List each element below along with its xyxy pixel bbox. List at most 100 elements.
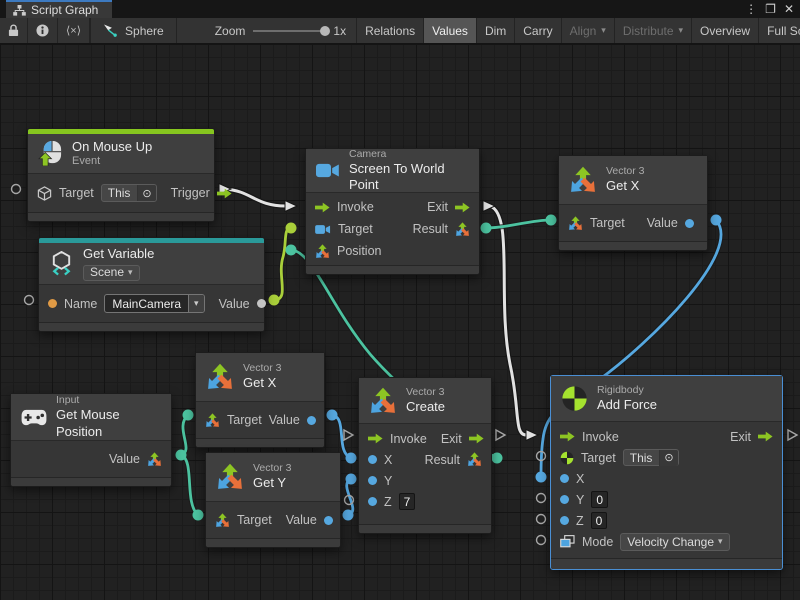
variable-scope-dropdown[interactable]: Scene ▾ (83, 265, 140, 281)
variable-name-select[interactable]: MainCamera ▾ (104, 294, 204, 313)
chevron-down-icon: ▾ (601, 25, 606, 36)
invoke-port-label: Invoke (390, 432, 427, 446)
target-port-label: Target (237, 513, 272, 527)
scope-value: Scene (90, 265, 124, 280)
node-vector3-get-y[interactable]: Vector 3 Get Y Target Value (205, 452, 341, 548)
force-mode-icon[interactable] (560, 535, 575, 548)
tab-title: Script Graph (31, 3, 98, 17)
vector3-port-icon[interactable] (315, 244, 330, 259)
z-port[interactable] (368, 497, 377, 506)
lock-button[interactable] (0, 18, 28, 43)
align-dropdown[interactable]: Align ▾ (562, 18, 615, 43)
target-port-label: Target (590, 216, 625, 230)
value-port[interactable] (685, 219, 694, 228)
x-port-label: X (384, 453, 392, 467)
force-mode-value: Velocity Change (627, 535, 714, 549)
close-icon[interactable]: ✕ (784, 0, 794, 18)
node-vector3-get-x-mid[interactable]: Vector 3 Get X Target Value (195, 352, 325, 448)
node-footer (39, 322, 264, 331)
align-label: Align (570, 24, 597, 38)
vector3-port-icon[interactable] (455, 222, 470, 237)
zoom-slider[interactable] (253, 30, 325, 32)
overview-label: Overview (700, 24, 750, 38)
kebab-menu-icon[interactable]: ⋮ (745, 0, 757, 18)
name-port[interactable] (48, 299, 57, 308)
script-graph-icon (13, 5, 26, 16)
rigidbody-port-icon[interactable] (560, 451, 574, 465)
force-mode-dropdown[interactable]: Velocity Change ▾ (620, 533, 729, 551)
overview-button[interactable]: Overview (692, 18, 759, 43)
flow-arrow-icon[interactable] (368, 433, 383, 444)
vector3-port-icon[interactable] (215, 513, 230, 528)
value-port[interactable] (307, 416, 316, 425)
fullscreen-button[interactable]: Full Screen (759, 18, 800, 43)
node-vector3-create[interactable]: Vector 3 Create Invoke Exit X Result (358, 377, 492, 534)
camera-icon (316, 162, 340, 179)
target-self-chip[interactable]: This ⊙ (623, 449, 679, 466)
node-category: Vector 3 (243, 362, 282, 375)
code-view-button[interactable]: ⟨×⟩ (58, 18, 90, 43)
y-port[interactable] (560, 495, 569, 504)
z-port[interactable] (560, 516, 569, 525)
graph-breadcrumb[interactable]: Sphere (91, 18, 177, 43)
chevron-down-icon: ▾ (679, 25, 684, 36)
graph-pointer-icon (103, 24, 118, 37)
node-title: Screen To World Point (349, 161, 469, 194)
y-port[interactable] (368, 476, 377, 485)
node-title: Get Variable (83, 246, 154, 262)
relations-button[interactable]: Relations (356, 18, 424, 43)
value-port-label: Value (647, 216, 678, 230)
camera-port-icon[interactable] (315, 224, 331, 235)
chevron-down-icon: ▾ (128, 267, 133, 278)
node-get-variable[interactable]: Get Variable Scene ▾ Name MainCamera ▾ V… (38, 237, 265, 332)
object-picker-icon[interactable]: ⊙ (659, 450, 677, 466)
target-self-chip[interactable]: This ⊙ (101, 184, 157, 202)
mouse-up-icon (38, 141, 63, 166)
vector3-port-icon[interactable] (147, 452, 162, 467)
node-vector3-get-x-top[interactable]: Vector 3 Get X Target Value (558, 155, 708, 251)
z-value-field[interactable]: 0 (591, 512, 608, 529)
node-get-mouse-position[interactable]: Input Get Mouse Position Value (10, 393, 172, 487)
flow-arrow-icon[interactable] (758, 431, 773, 442)
zoom-slider-knob[interactable] (320, 26, 330, 36)
values-label: Values (432, 24, 468, 38)
chevron-down-icon: ▾ (718, 536, 723, 547)
chevron-down-icon[interactable]: ▾ (188, 295, 204, 312)
node-title: Create (406, 399, 445, 415)
tab-script-graph[interactable]: Script Graph (6, 0, 112, 18)
node-on-mouse-up[interactable]: On Mouse Up Event Target This ⊙ Trigger (27, 128, 215, 222)
values-button[interactable]: Values (424, 18, 477, 43)
dim-label: Dim (485, 24, 506, 38)
flow-arrow-icon[interactable] (469, 433, 484, 444)
target-port-label: Target (338, 222, 373, 236)
carry-button[interactable]: Carry (515, 18, 561, 43)
flow-arrow-icon[interactable] (560, 431, 575, 442)
info-icon (36, 24, 49, 37)
z-value-field[interactable]: 7 (399, 493, 416, 510)
x-port[interactable] (368, 455, 377, 464)
vector3-port-icon[interactable] (568, 216, 583, 231)
node-footer (11, 477, 171, 486)
graph-canvas[interactable]: On Mouse Up Event Target This ⊙ Trigger (0, 44, 800, 600)
distribute-dropdown[interactable]: Distribute▾ (615, 18, 692, 43)
node-footer (196, 438, 324, 447)
node-rigidbody-add-force[interactable]: Rigidbody Add Force Invoke Exit Target T… (550, 375, 783, 570)
node-category: Camera (349, 148, 469, 161)
info-button[interactable] (28, 18, 58, 43)
flow-arrow-icon[interactable] (455, 202, 470, 213)
y-port-label: Y (576, 493, 584, 507)
variable-icon (49, 251, 74, 276)
vector3-port-icon[interactable] (467, 452, 482, 467)
flow-arrow-icon[interactable] (315, 202, 330, 213)
vector3-port-icon[interactable] (205, 413, 220, 428)
maximize-icon[interactable]: ❐ (765, 0, 776, 18)
target-self-value: This (108, 186, 131, 200)
node-screen-to-world-point[interactable]: Camera Screen To World Point Invoke Exit… (305, 148, 480, 275)
value-port[interactable] (324, 516, 333, 525)
x-port[interactable] (560, 474, 569, 483)
y-value-field[interactable]: 0 (591, 491, 608, 508)
dim-button[interactable]: Dim (477, 18, 515, 43)
flow-arrow-icon[interactable] (217, 188, 232, 199)
object-picker-icon[interactable]: ⊙ (137, 185, 155, 201)
value-port[interactable] (257, 299, 266, 308)
